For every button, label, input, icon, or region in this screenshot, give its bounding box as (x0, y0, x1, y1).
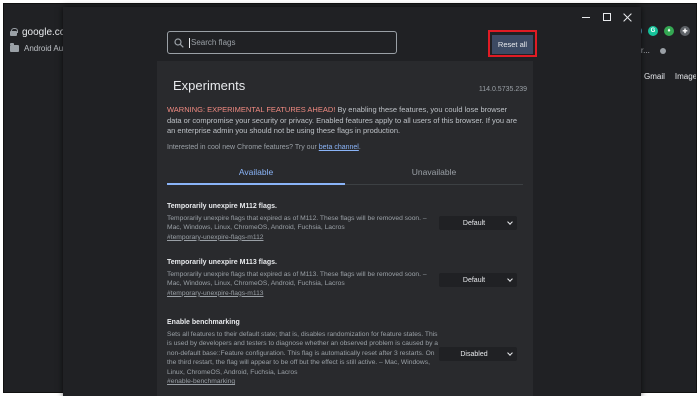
beta-promo: Interested in cool new Chrome features? … (167, 144, 361, 151)
flag-tabs: Available Unavailable (167, 159, 523, 185)
search-icon (174, 37, 184, 48)
beta-promo-end: . (358, 144, 361, 151)
close-icon[interactable] (623, 12, 633, 22)
reset-all-button[interactable]: Reset all (492, 35, 533, 54)
flag-state-value: Default (462, 276, 486, 284)
flag-anchor-link[interactable]: #temporary-unexpire-flags-m112 (167, 234, 523, 241)
flag-state-select[interactable]: Default (439, 216, 517, 230)
flag-description: Temporarily unexpire flags that expired … (167, 215, 427, 232)
warning-heading: WARNING: EXPERIMENTAL FEATURES AHEAD! (167, 105, 336, 114)
warning-message: WARNING: EXPERIMENTAL FEATURES AHEAD! By… (167, 105, 523, 137)
flag-description: Temporarily unexpire flags that expired … (167, 271, 427, 288)
chevron-down-icon (507, 350, 513, 356)
tab-unavailable[interactable]: Unavailable (345, 159, 523, 184)
beta-promo-text: Interested in cool new Chrome features? … (167, 144, 319, 151)
google-links: Gmail Images (644, 72, 696, 81)
grammarly-icon[interactable]: G (648, 26, 658, 36)
flag-anchor-link[interactable]: #temporary-unexpire-flags-m113 (167, 290, 523, 297)
flag-title: Enable benchmarking (167, 319, 240, 326)
reset-all-highlight: Reset all (488, 30, 537, 57)
search-flags-box[interactable] (167, 31, 397, 54)
flag-state-value: Disabled (460, 350, 488, 358)
flag-item: Temporarily unexpire M113 flags. Tempora… (167, 259, 523, 297)
beta-channel-link[interactable]: beta channel (319, 144, 359, 151)
flags-window: Reset all Experiments 114.0.5735.239 WAR… (63, 7, 641, 396)
bookmark-dot-icon (659, 47, 666, 54)
flag-item: Temporarily unexpire M112 flags. Tempora… (167, 203, 523, 241)
images-link[interactable]: Images (675, 72, 696, 81)
chevron-down-icon (507, 276, 513, 282)
folder-icon (10, 43, 19, 52)
window-controls (581, 12, 633, 22)
tab-available[interactable]: Available (167, 159, 345, 185)
experiments-panel: Experiments 114.0.5735.239 WARNING: EXPE… (157, 61, 533, 396)
page-title: Experiments (173, 78, 246, 93)
minimize-icon[interactable] (581, 12, 591, 22)
flag-state-value: Default (462, 219, 486, 227)
flag-title: Temporarily unexpire M113 flags. (167, 259, 277, 266)
search-input[interactable] (191, 38, 381, 47)
maximize-icon[interactable] (603, 13, 611, 21)
lock-icon (10, 28, 18, 36)
text-cursor (189, 37, 190, 48)
gmail-link[interactable]: Gmail (644, 72, 665, 81)
chevron-down-icon (507, 219, 513, 225)
flag-state-select[interactable]: Disabled (439, 347, 517, 361)
flag-anchor-link[interactable]: #enable-benchmarking (167, 378, 523, 385)
flag-title: Temporarily unexpire M112 flags. (167, 203, 277, 210)
flag-item: Enable benchmarking Sets all features to… (167, 319, 523, 385)
puzzle-icon[interactable]: ✚ (680, 26, 690, 36)
version-label: 114.0.5735.239 (478, 86, 527, 93)
green-extension-icon[interactable]: ♦ (664, 26, 674, 36)
flag-description: Sets all features to their default state… (167, 331, 439, 376)
flag-state-select[interactable]: Default (439, 273, 517, 287)
